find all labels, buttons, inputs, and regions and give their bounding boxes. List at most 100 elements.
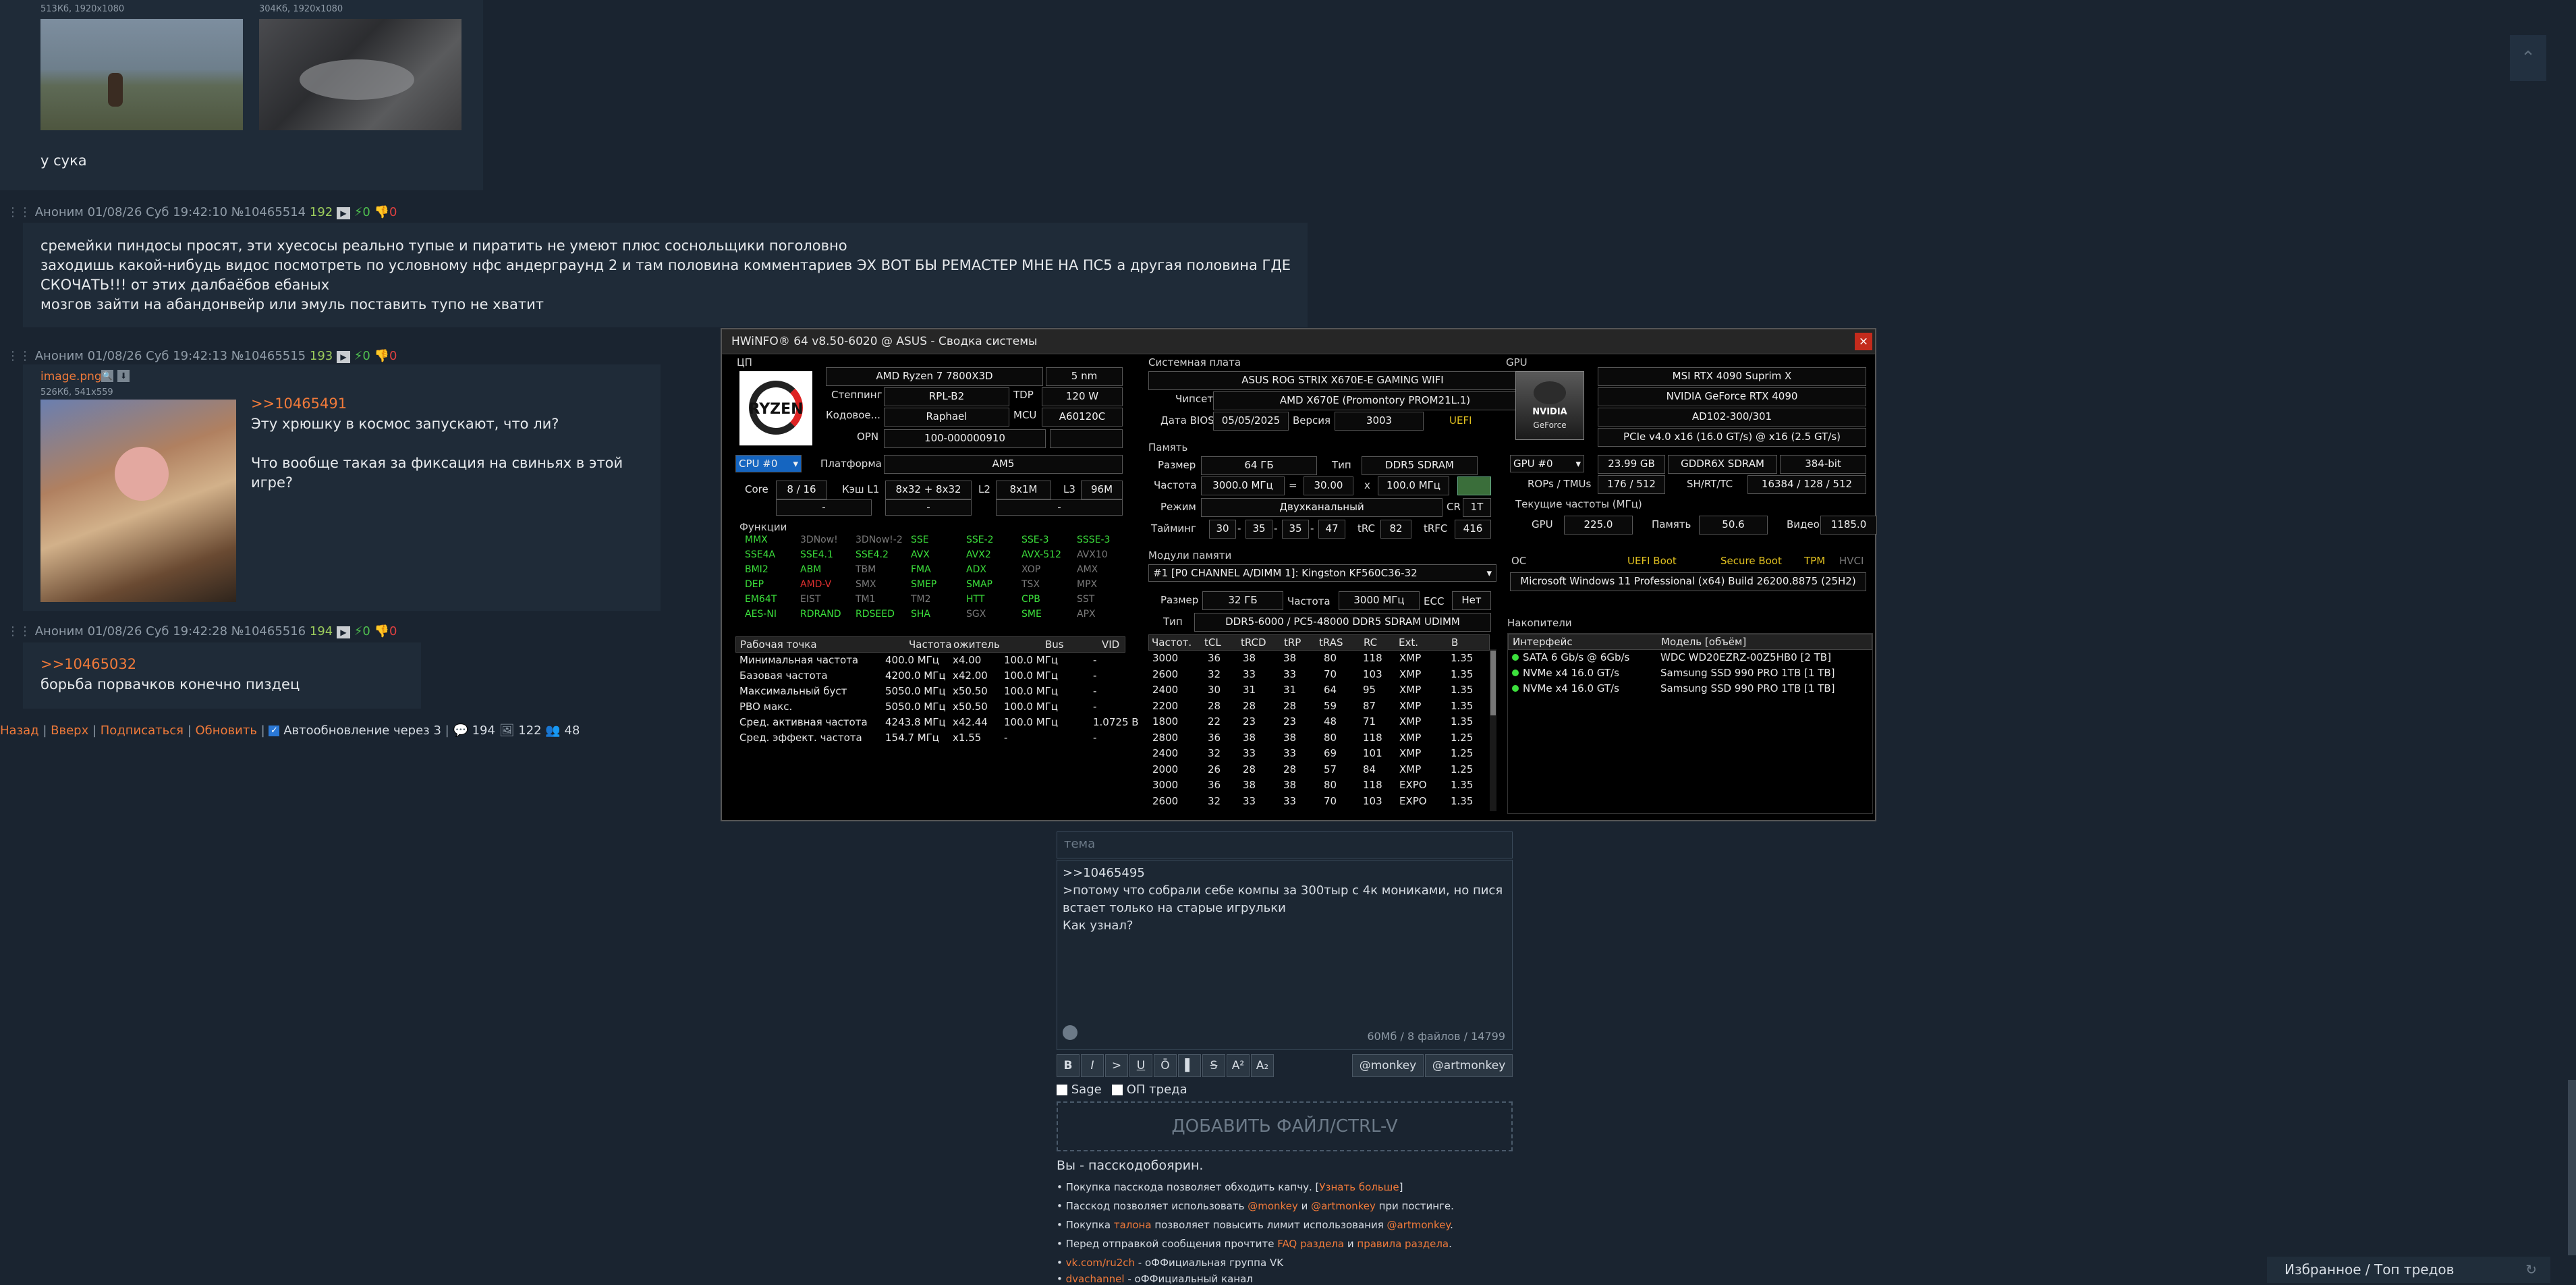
artmonkey-link-2[interactable]: @artmonkey: [1387, 1219, 1451, 1231]
cpu-op-row[interactable]: PBO макс. 5050.0 МГц x50.50 100.0 МГц -: [735, 699, 1124, 714]
post-3-play-icon[interactable]: ▶: [336, 351, 350, 363]
format-italic-button[interactable]: I: [1081, 1054, 1104, 1077]
format-quote-button[interactable]: >: [1105, 1054, 1128, 1077]
module-timing-cell: 26: [1208, 763, 1221, 775]
mem-type-field: DDR5 SDRAM: [1362, 456, 1478, 475]
module-timing-row[interactable]: 2200 28 28 28 59 87 XMP 1.35: [1148, 699, 1488, 713]
talon-link[interactable]: талона: [1114, 1219, 1152, 1231]
post-2-dislike-icon[interactable]: 👎: [374, 205, 389, 219]
monkey-link[interactable]: @monkey: [1248, 1200, 1298, 1212]
post-2-like-icon[interactable]: ⚡: [354, 205, 363, 219]
channel-link[interactable]: dvachannel: [1066, 1273, 1125, 1285]
message-textarea[interactable]: >>10465495 >потому что собрали себе комп…: [1057, 860, 1513, 1050]
auto-refresh-checkbox[interactable]: ✓: [269, 726, 280, 736]
cpu-op-row[interactable]: Максимальный буст 5050.0 МГц x50.50 100.0 М…: [735, 684, 1124, 699]
hwinfo-close-button[interactable]: ×: [1855, 333, 1872, 350]
add-file-dropzone[interactable]: ДОБАВИТЬ ФАЙЛ/CTRL-V: [1057, 1101, 1513, 1151]
post-4-num[interactable]: №10465516: [231, 624, 306, 638]
post-4-reply-link[interactable]: >>10465032: [40, 656, 136, 672]
vk-link[interactable]: vk.com/ru2ch: [1066, 1257, 1135, 1269]
gpu-selector-dropdown[interactable]: GPU #0 ▾: [1510, 455, 1584, 472]
post-2-play-icon[interactable]: ▶: [336, 207, 350, 219]
sage-checkbox[interactable]: [1057, 1085, 1067, 1095]
module-timing-cell: 38: [1283, 731, 1297, 744]
format-sup-button[interactable]: A²: [1227, 1054, 1250, 1077]
theme-input[interactable]: тема: [1057, 831, 1513, 858]
post-4-menu-icon[interactable]: ⋮⋮: [7, 624, 35, 638]
module-timing-row[interactable]: 2600 32 33 33 70 103 XMP 1.35: [1148, 667, 1488, 682]
mem-cr-label: CR: [1447, 501, 1461, 513]
cpu-op-row[interactable]: Базовая частота 4200.0 МГц x42.00 100.0 МГц…: [735, 668, 1124, 683]
artmonkey-button[interactable]: @artmonkey: [1425, 1054, 1513, 1077]
nav-refresh[interactable]: Обновить: [196, 723, 257, 738]
post-2-num[interactable]: №10465514: [231, 205, 306, 219]
post-3-num[interactable]: №10465515: [231, 349, 306, 363]
mem-cr-field: 1T: [1463, 498, 1491, 517]
module-selector-dropdown[interactable]: #1 [P0 CHANNEL A/DIMM 1]: Kingston KF560…: [1148, 564, 1496, 582]
cpu-op-row[interactable]: Минимальная частота 400.0 МГц x4.00 100.0 М…: [735, 653, 1124, 667]
gpu-name-field: MSI RTX 4090 Suprim X: [1598, 367, 1866, 386]
post-3-menu-icon[interactable]: ⋮⋮: [7, 349, 35, 363]
gpu-vram-field: 23.99 GB: [1598, 455, 1665, 474]
post-4-play-icon[interactable]: ▶: [336, 626, 350, 638]
nav-subscribe[interactable]: Подписаться: [101, 723, 184, 738]
module-timing-row[interactable]: 3000 36 38 38 80 118 EXPO 1.35: [1148, 777, 1488, 792]
post-3-like-icon[interactable]: ⚡: [354, 349, 363, 363]
nav-back[interactable]: Назад: [0, 723, 39, 738]
post-3-count: 193: [309, 349, 333, 363]
cpu-op-row[interactable]: Сред. активная частота 4243.8 МГц x42.44 10…: [735, 715, 1139, 730]
post-4-like-icon[interactable]: ⚡: [354, 624, 363, 638]
artmonkey-link[interactable]: @artmonkey: [1311, 1200, 1376, 1212]
post-1-thumb-2[interactable]: [259, 19, 461, 130]
format-underline-button[interactable]: U: [1129, 1054, 1152, 1077]
learn-more-link[interactable]: Узнать больше: [1319, 1181, 1399, 1193]
rules-link[interactable]: правила раздела: [1357, 1238, 1449, 1250]
post-3-download-icon[interactable]: ⬇: [117, 370, 130, 382]
drive-row[interactable]: NVMe x4 16.0 GT/s Samsung SSD 990 PRO 1TB…: [1508, 681, 1871, 696]
format-spoiler-button[interactable]: ▌: [1178, 1054, 1201, 1077]
format-overline-button[interactable]: Ō: [1154, 1054, 1177, 1077]
module-timing-row[interactable]: 2000 26 28 28 57 84 XMP 1.25: [1148, 762, 1488, 777]
hwinfo-titlebar[interactable]: HWiNFO® 64 v8.50-6020 @ ASUS - Сводка си…: [722, 329, 1875, 354]
faq-link[interactable]: FAQ раздела: [1277, 1238, 1344, 1250]
module-timing-cell: 2800: [1152, 731, 1179, 744]
cpu-op-row[interactable]: Сред. эффект. частота 154.7 МГц x1.55 - -: [735, 730, 1124, 745]
module-timing-row[interactable]: 2400 32 33 33 69 101 XMP 1.25: [1148, 746, 1488, 761]
post-3-reply-link[interactable]: >>10465491: [251, 395, 347, 412]
sage-option[interactable]: Sage: [1057, 1083, 1102, 1097]
module-timing-row[interactable]: 1800 22 23 23 48 71 XMP 1.35: [1148, 714, 1488, 729]
module-table-scrollbar[interactable]: [1490, 649, 1496, 811]
module-timing-row[interactable]: 2400 30 31 31 64 95 XMP 1.35: [1148, 682, 1488, 697]
format-sub-button[interactable]: A₂: [1251, 1054, 1274, 1077]
post-1-thumb-1[interactable]: [40, 19, 243, 130]
favorites-bar[interactable]: Избранное / Топ тредов ↻: [2267, 1257, 2550, 1283]
monkey-button[interactable]: @monkey: [1352, 1054, 1424, 1077]
op-option[interactable]: ОП треда: [1112, 1083, 1187, 1097]
nav-up[interactable]: Вверх: [51, 723, 88, 738]
gpu-video-clock-label: Видео: [1787, 518, 1820, 530]
drive-row[interactable]: SATA 6 Gb/s @ 6Gb/s WDC WD20EZRZ-00Z5HB0 …: [1508, 650, 1871, 665]
module-timing-row[interactable]: 2800 36 38 38 80 118 XMP 1.25: [1148, 730, 1488, 745]
cpu-op-cell: 5050.0 МГц: [885, 685, 946, 697]
post-3-thumb[interactable]: [40, 400, 236, 602]
post-3-search-icon[interactable]: 🔍: [101, 370, 113, 382]
drive-row[interactable]: NVMe x4 16.0 GT/s Samsung SSD 990 PRO 1TB…: [1508, 665, 1871, 680]
refresh-icon[interactable]: ↻: [2525, 1257, 2537, 1283]
module-timing-row[interactable]: 2600 32 33 33 70 103 EXPO 1.35: [1148, 794, 1488, 809]
format-bold-button[interactable]: B: [1057, 1054, 1080, 1077]
post-2-menu-icon[interactable]: ⋮⋮: [7, 205, 35, 219]
post-3-dislike-icon[interactable]: 👎: [374, 349, 389, 363]
post-2-count: 192: [309, 205, 333, 219]
file-info-1: 513Кб, 1920x1080: [40, 4, 125, 14]
hwinfo-window[interactable]: HWiNFO® 64 v8.50-6020 @ ASUS - Сводка си…: [721, 328, 1877, 821]
post-4-dislike-icon[interactable]: 👎: [374, 624, 389, 638]
op-checkbox[interactable]: [1112, 1085, 1123, 1095]
page-scrollbar[interactable]: [2568, 1080, 2576, 1255]
post-3-file-name[interactable]: image.png: [40, 370, 102, 383]
emoji-icon[interactable]: [1063, 1025, 1077, 1040]
scroll-top-button[interactable]: ⌃: [2510, 35, 2546, 81]
cpu-selector-dropdown[interactable]: CPU #0 ▾: [735, 455, 802, 472]
module-timing-row[interactable]: 3000 36 38 38 80 118 XMP 1.35: [1148, 651, 1488, 665]
info-line-1-text: • Покупка пасскода позволяет обходить ка…: [1057, 1181, 1320, 1193]
format-strike-button[interactable]: S: [1202, 1054, 1225, 1077]
